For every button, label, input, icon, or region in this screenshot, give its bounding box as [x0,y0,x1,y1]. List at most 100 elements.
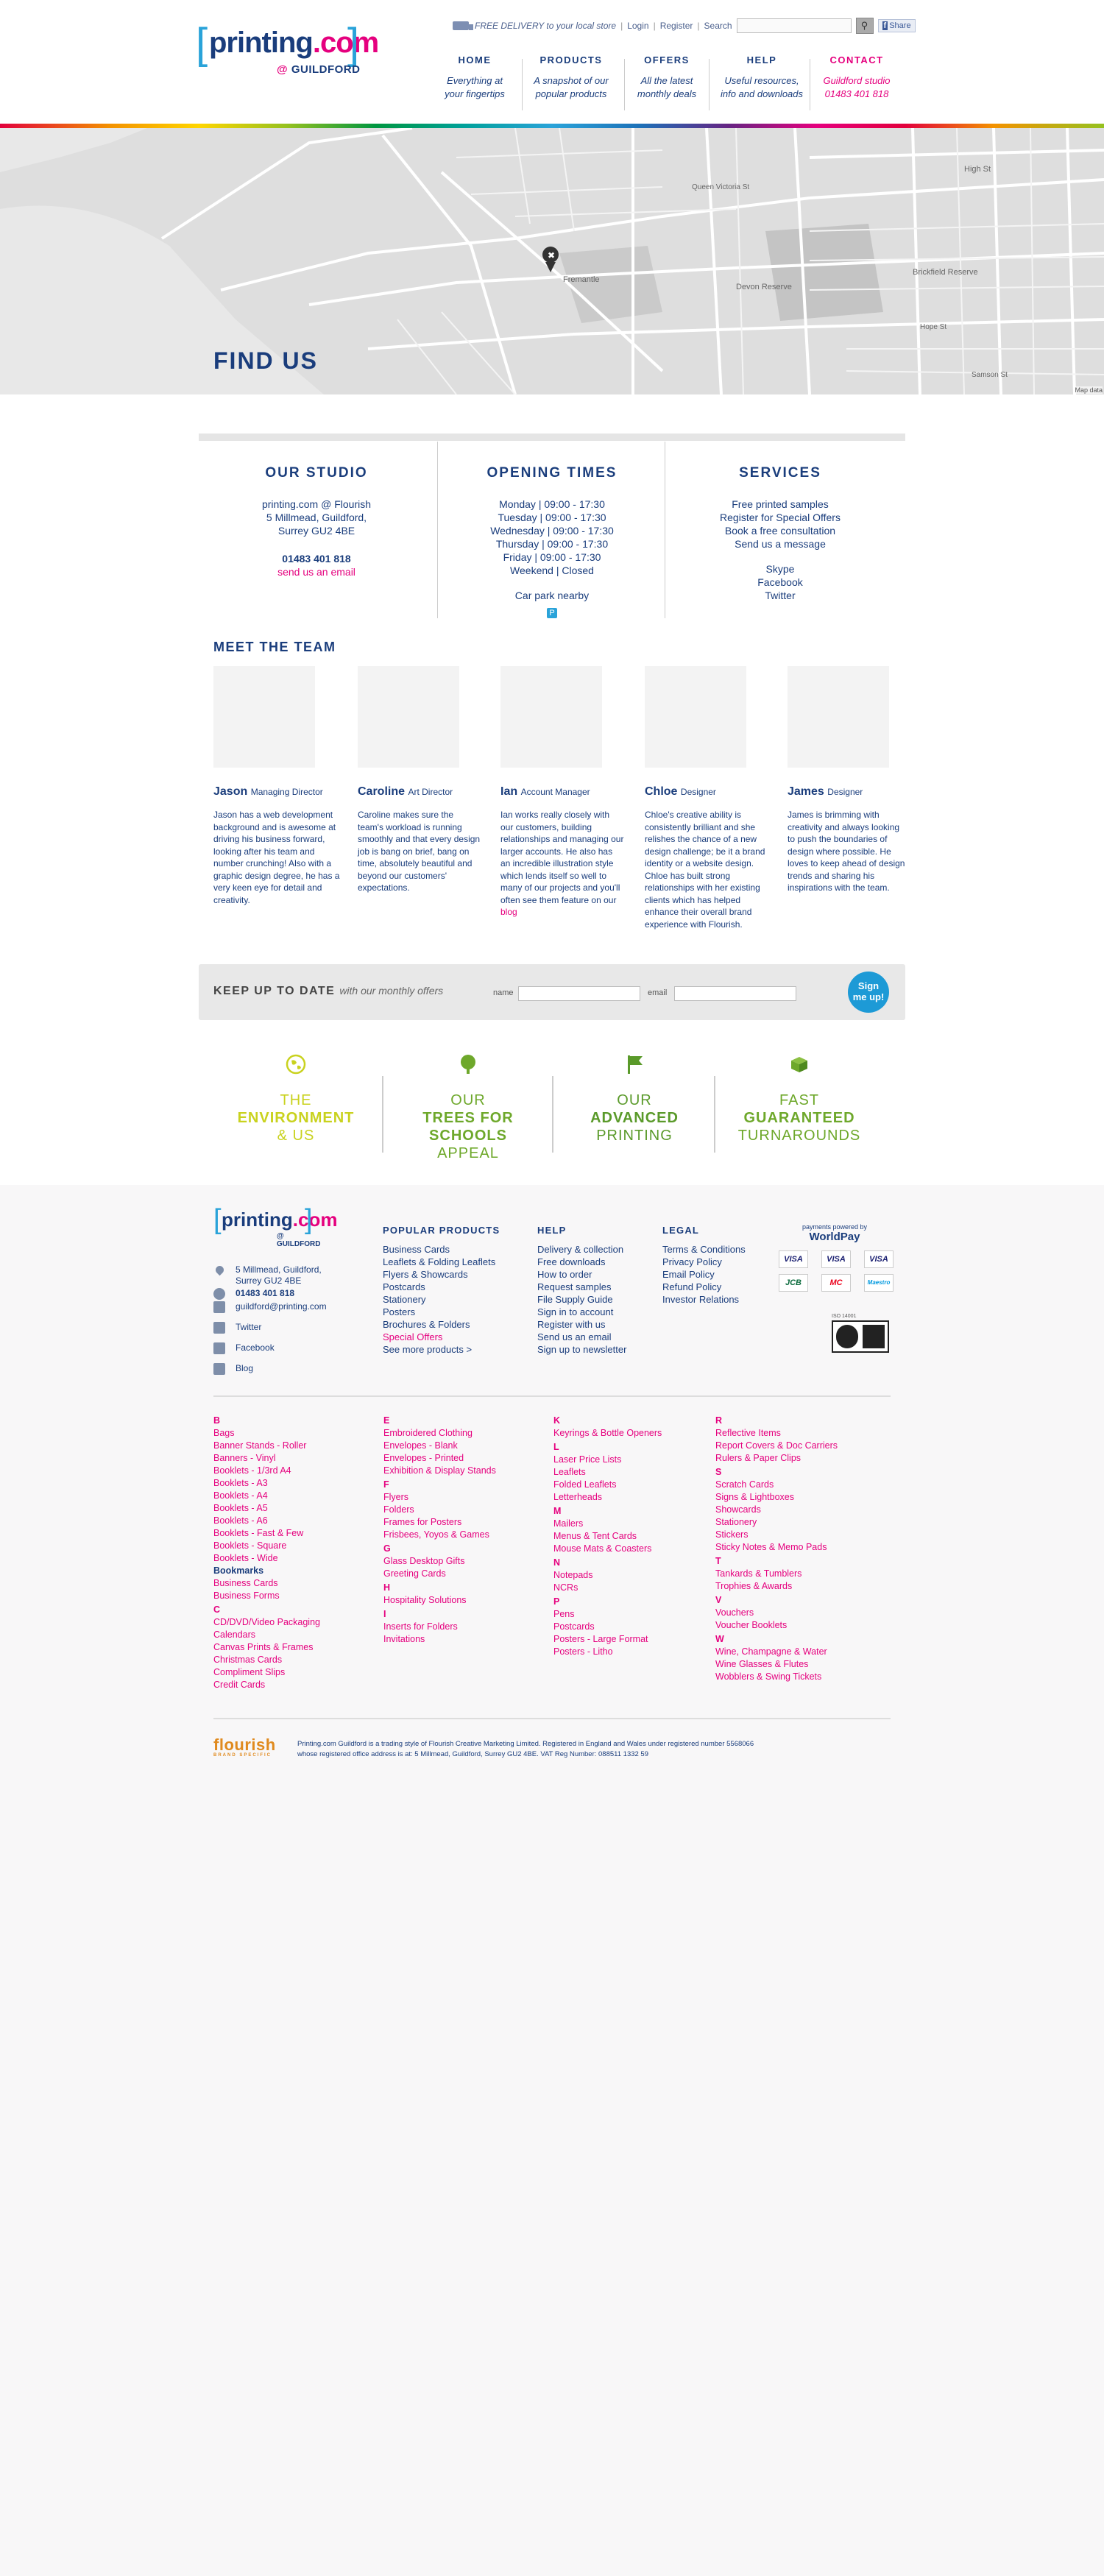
product-link[interactable]: CD/DVD/Video Packaging [213,1616,383,1629]
footer-blog-link[interactable]: Blog [213,1363,353,1375]
footer-link[interactable]: Stationery [383,1293,523,1306]
product-link[interactable]: Stationery [715,1516,876,1529]
footer-link[interactable]: Investor Relations [662,1293,780,1306]
footer-link[interactable]: Business Cards [383,1243,523,1256]
product-link[interactable]: Hospitality Solutions [383,1594,553,1607]
product-link[interactable]: Vouchers [715,1607,876,1619]
product-link[interactable]: Booklets - Wide [213,1552,383,1565]
footer-link[interactable]: Request samples [537,1281,655,1293]
nav-contact[interactable]: CONTACT Guildford studio 01483 401 818 [814,54,899,113]
special-offers-link[interactable]: Special Offers [383,1331,523,1343]
product-link[interactable]: Reflective Items [715,1427,876,1440]
nav-help[interactable]: HELP Useful resources, info and downloads [714,54,810,113]
register-offers-link[interactable]: Register for Special Offers [670,511,891,524]
footer-link[interactable]: Email Policy [662,1268,780,1281]
product-link[interactable]: Voucher Booklets [715,1619,876,1632]
product-link[interactable]: Booklets - Square [213,1540,383,1552]
product-link[interactable]: Envelopes - Blank [383,1440,553,1452]
product-link[interactable]: Exhibition & Display Stands [383,1465,553,1477]
product-link[interactable]: Wine Glasses & Flutes [715,1658,876,1671]
footer-link[interactable]: File Supply Guide [537,1293,655,1306]
footer-email-link[interactable]: guildford@printing.com [213,1301,353,1313]
product-link[interactable]: Sticky Notes & Memo Pads [715,1541,876,1554]
site-logo[interactable]: [ printing.com ] @ GUILDFORD [196,20,379,79]
product-link[interactable]: Wine, Champagne & Water [715,1646,876,1658]
product-link[interactable]: Leaflets [553,1466,715,1479]
footer-link[interactable]: Send us an email [537,1331,655,1343]
product-link[interactable]: Posters - Litho [553,1646,715,1658]
footer-facebook-link[interactable]: Facebook [213,1342,353,1354]
blog-link[interactable]: blog [500,907,517,917]
footer-link[interactable]: Refund Policy [662,1281,780,1293]
product-link[interactable]: Frames for Posters [383,1516,553,1529]
nav-home[interactable]: HOME Everything at your fingertips [436,54,514,113]
login-link[interactable]: Login [627,21,648,31]
newsletter-name-input[interactable] [518,986,640,1001]
footer-link[interactable]: How to order [537,1268,655,1281]
footer-link[interactable]: Privacy Policy [662,1256,780,1268]
feature-fast-turnarounds[interactable]: FAST GUARANTEED TURNAROUNDS [726,1054,873,1144]
book-consultation-link[interactable]: Book a free consultation [670,524,891,537]
facebook-share-button[interactable]: f Share [877,19,916,32]
product-link[interactable]: Compliment Slips [213,1666,383,1679]
product-link[interactable]: Glass Desktop Gifts [383,1555,553,1568]
product-link[interactable]: Invitations [383,1633,553,1646]
skype-link[interactable]: Skype [670,562,891,576]
twitter-link[interactable]: Twitter [670,589,891,602]
footer-link[interactable]: Brochures & Folders [383,1318,523,1331]
footer-link[interactable]: Flyers & Showcards [383,1268,523,1281]
footer-link[interactable]: Sign up to newsletter [537,1343,655,1356]
product-link[interactable]: Tankards & Tumblers [715,1568,876,1580]
search-button[interactable]: ⚲ [855,18,874,34]
product-link[interactable]: Booklets - A6 [213,1515,383,1527]
register-link[interactable]: Register [660,21,693,31]
location-map[interactable]: ✖ Fremantle High St Queen Victoria St Br… [0,128,1104,394]
product-link[interactable]: Wobblers & Swing Tickets [715,1671,876,1683]
product-link[interactable]: Booklets - A5 [213,1502,383,1515]
product-link[interactable]: Rulers & Paper Clips [715,1452,876,1465]
flourish-logo[interactable]: flourish BRAND SPECIFIC [213,1735,276,1758]
sign-up-button[interactable]: Sign me up! [848,972,889,1013]
footer-link[interactable]: Sign in to account [537,1306,655,1318]
footer-link[interactable]: Leaflets & Folding Leaflets [383,1256,523,1268]
product-link[interactable]: Signs & Lightboxes [715,1491,876,1504]
product-link[interactable]: Canvas Prints & Frames [213,1641,383,1654]
feature-trees-for-schools[interactable]: OUR TREES FOR SCHOOLS APPEAL [394,1054,542,1162]
product-link[interactable]: Postcards [553,1621,715,1633]
product-link[interactable]: Greeting Cards [383,1568,553,1580]
footer-link[interactable]: Posters [383,1306,523,1318]
feature-advanced-printing[interactable]: OUR ADVANCED PRINTING [561,1054,708,1144]
see-more-products-link[interactable]: See more products > [383,1343,523,1356]
footer-link[interactable]: Delivery & collection [537,1243,655,1256]
product-link[interactable]: Inserts for Folders [383,1621,553,1633]
facebook-link[interactable]: Facebook [670,576,891,589]
product-link[interactable]: Business Forms [213,1590,383,1602]
search-input[interactable] [736,18,852,33]
product-link[interactable]: Mouse Mats & Coasters [553,1543,715,1555]
parking-icon[interactable]: P [547,608,557,618]
product-link[interactable]: Banner Stands - Roller [213,1440,383,1452]
product-link[interactable]: Booklets - Fast & Few [213,1527,383,1540]
email-link[interactable]: send us an email [199,565,434,578]
footer-link[interactable]: Terms & Conditions [662,1243,780,1256]
product-link[interactable]: Christmas Cards [213,1654,383,1666]
product-link[interactable]: Booklets - 1/3rd A4 [213,1465,383,1477]
product-link[interactable]: Folders [383,1504,553,1516]
product-link[interactable]: Trophies & Awards [715,1580,876,1593]
product-link[interactable]: Frisbees, Yoyos & Games [383,1529,553,1541]
product-link[interactable]: Bags [213,1427,383,1440]
product-link[interactable]: Embroidered Clothing [383,1427,553,1440]
product-link[interactable]: Banners - Vinyl [213,1452,383,1465]
nav-products[interactable]: PRODUCTS A snapshot of our popular produc… [527,54,615,113]
product-link[interactable]: Letterheads [553,1491,715,1504]
footer-link[interactable]: Free downloads [537,1256,655,1268]
feature-environment[interactable]: THE ENVIRONMENT & US [222,1054,369,1144]
product-link[interactable]: Flyers [383,1491,553,1504]
map-attribution[interactable]: Map data [1075,386,1103,394]
product-link[interactable]: Business Cards [213,1577,383,1590]
product-link[interactable]: Mailers [553,1518,715,1530]
product-link[interactable]: Credit Cards [213,1679,383,1691]
product-link[interactable]: Pens [553,1608,715,1621]
footer-twitter-link[interactable]: Twitter [213,1322,353,1334]
product-link[interactable]: Posters - Large Format [553,1633,715,1646]
